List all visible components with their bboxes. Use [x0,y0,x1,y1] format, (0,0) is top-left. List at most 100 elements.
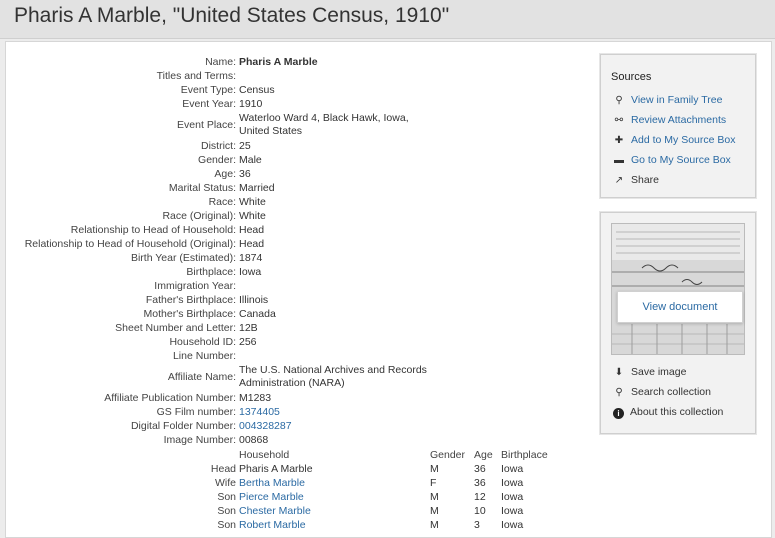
household-birthplace: Iowa [501,477,524,489]
record-field-value: Waterloo Ward 4, Black Hawk, Iowa, United… [239,112,409,137]
paperclip-icon: ⚲ [615,95,623,106]
household-age: 12 [474,491,486,503]
record-field-label: Household ID: [169,336,236,348]
page-title: Pharis A Marble, "United States Census, … [14,4,450,27]
share-icon: ↗ [614,175,624,186]
record-field-label: Event Place: [177,119,236,131]
household-gender: F [430,477,437,489]
record-field-label: Age: [214,168,236,180]
record-field-label: Race (Original): [162,210,236,222]
record-field-value: 36 [239,168,251,180]
record-field-label: Affiliate Publication Number: [104,392,236,404]
household-member-name: Pharis A Marble [239,463,313,475]
search-icon: ⚲ [615,387,623,398]
source-action-add-to-my-source-box[interactable]: ✚ Add to My Source Box [613,134,736,150]
view-document-button[interactable]: View document [617,291,743,323]
source-action-go-to-my-source-box[interactable]: ▬ Go to My Source Box [613,154,731,170]
record-field-link[interactable]: 004328287 [239,420,439,433]
household-birthplace: Iowa [501,505,524,517]
info-icon: i [613,408,624,419]
record-field-label: Relationship to Head of Household (Origi… [24,238,236,250]
household-relation: Son [217,505,236,517]
record-field-value: White [239,210,266,222]
record-field-link[interactable]: 1374405 [239,406,439,419]
household-age: 10 [474,505,486,517]
household-age: 36 [474,463,486,475]
record-field-label: Race: [208,196,236,208]
household-gender: M [430,505,439,517]
source-action-view-in-family-tree[interactable]: ⚲ View in Family Tree [613,94,722,110]
household-gender: M [430,519,439,531]
record-field-label: Digital Folder Number: [130,420,236,432]
record-field-value: Iowa [239,266,262,278]
record-field-label: Father's Birthplace: [145,294,236,306]
household-birthplace: Iowa [501,463,524,475]
record-field-label: Image Number: [163,434,236,446]
record-field-value: 256 [239,336,257,348]
sources-title: Sources [611,71,652,83]
record-field-label: District: [201,140,236,152]
document-action-label: Search collection [631,386,711,398]
record-field-label: Gender: [198,154,236,166]
record-field-label: Affiliate Name: [167,371,236,383]
record-details: Name: Pharis A Marble Titles and Terms: Eve… [6,42,596,537]
household-age: 3 [474,519,480,531]
download-icon: ⬇ [614,367,624,378]
source-action-label: Review Attachments [631,114,727,126]
document-action-about-this-collection[interactable]: i About this collection [613,406,723,419]
record-field-value: 1874 [239,252,263,264]
census-image-preview [612,224,744,354]
source-action-share[interactable]: ↗ Share [613,174,659,190]
document-thumbnail[interactable] [611,223,745,355]
household-header: Household [239,449,290,461]
document-action-label: Save image [631,366,687,378]
record-field-value: Married [239,182,275,194]
household-member-name[interactable]: Robert Marble [239,519,306,531]
record-field-label: Mother's Birthplace: [143,308,236,320]
record-field-value: 1910 [239,98,263,110]
household-birthplace: Iowa [501,491,524,503]
household-member-name[interactable]: Bertha Marble [239,477,305,489]
record-field-value: 25 [239,140,251,152]
age-header: Age [474,449,493,461]
attachments-icon: ⚯ [614,115,624,126]
record-field-label: Marital Status: [168,182,236,194]
source-action-label: Add to My Source Box [631,134,736,146]
record-field-value: Head [239,238,265,250]
record-field-label: Birthplace: [186,266,236,278]
record-field-label: Name: [205,56,236,68]
household-age: 36 [474,477,486,489]
household-relation: Head [210,463,236,475]
record-field-label: GS Film number: [156,406,236,418]
source-action-label: View in Family Tree [631,94,723,106]
source-action-label: Go to My Source Box [631,154,731,166]
source-action-review-attachments[interactable]: ⚯ Review Attachments [613,114,726,130]
gender-header: Gender [430,449,466,461]
record-panel: Name: Pharis A Marble Titles and Terms: Eve… [5,41,772,538]
record-field-value: Head [239,224,265,236]
household-relation: Son [217,491,236,503]
household-gender: M [430,491,439,503]
record-field-label: Sheet Number and Letter: [115,322,236,334]
household-member-name[interactable]: Pierce Marble [239,491,304,503]
document-panel: View document ⬇ Save image ⚲ Search collect… [600,212,756,434]
record-field-label: Immigration Year: [154,280,236,292]
record-field-label: Birth Year (Estimated): [130,252,236,264]
birthplace-header: Birthplace [501,449,548,461]
source-action-label: Share [631,174,660,186]
household-relation: Wife [215,477,236,489]
record-field-label: Line Number: [172,350,236,362]
record-field-value: Male [239,154,262,166]
record-field-value: 12B [239,322,258,334]
record-field-value: M1283 [239,392,272,404]
record-field-value: Pharis A Marble [239,56,318,68]
source-box-icon: ▬ [614,155,624,166]
title-bar: Pharis A Marble, "United States Census, … [0,0,775,39]
record-field-value: Canada [239,308,276,320]
document-action-label: About this collection [630,406,724,418]
document-action-save-image[interactable]: ⬇ Save image [613,366,687,378]
household-member-name[interactable]: Chester Marble [239,505,311,517]
document-action-search-collection[interactable]: ⚲ Search collection [613,386,711,398]
household-gender: M [430,463,439,475]
record-field-value: White [239,196,266,208]
